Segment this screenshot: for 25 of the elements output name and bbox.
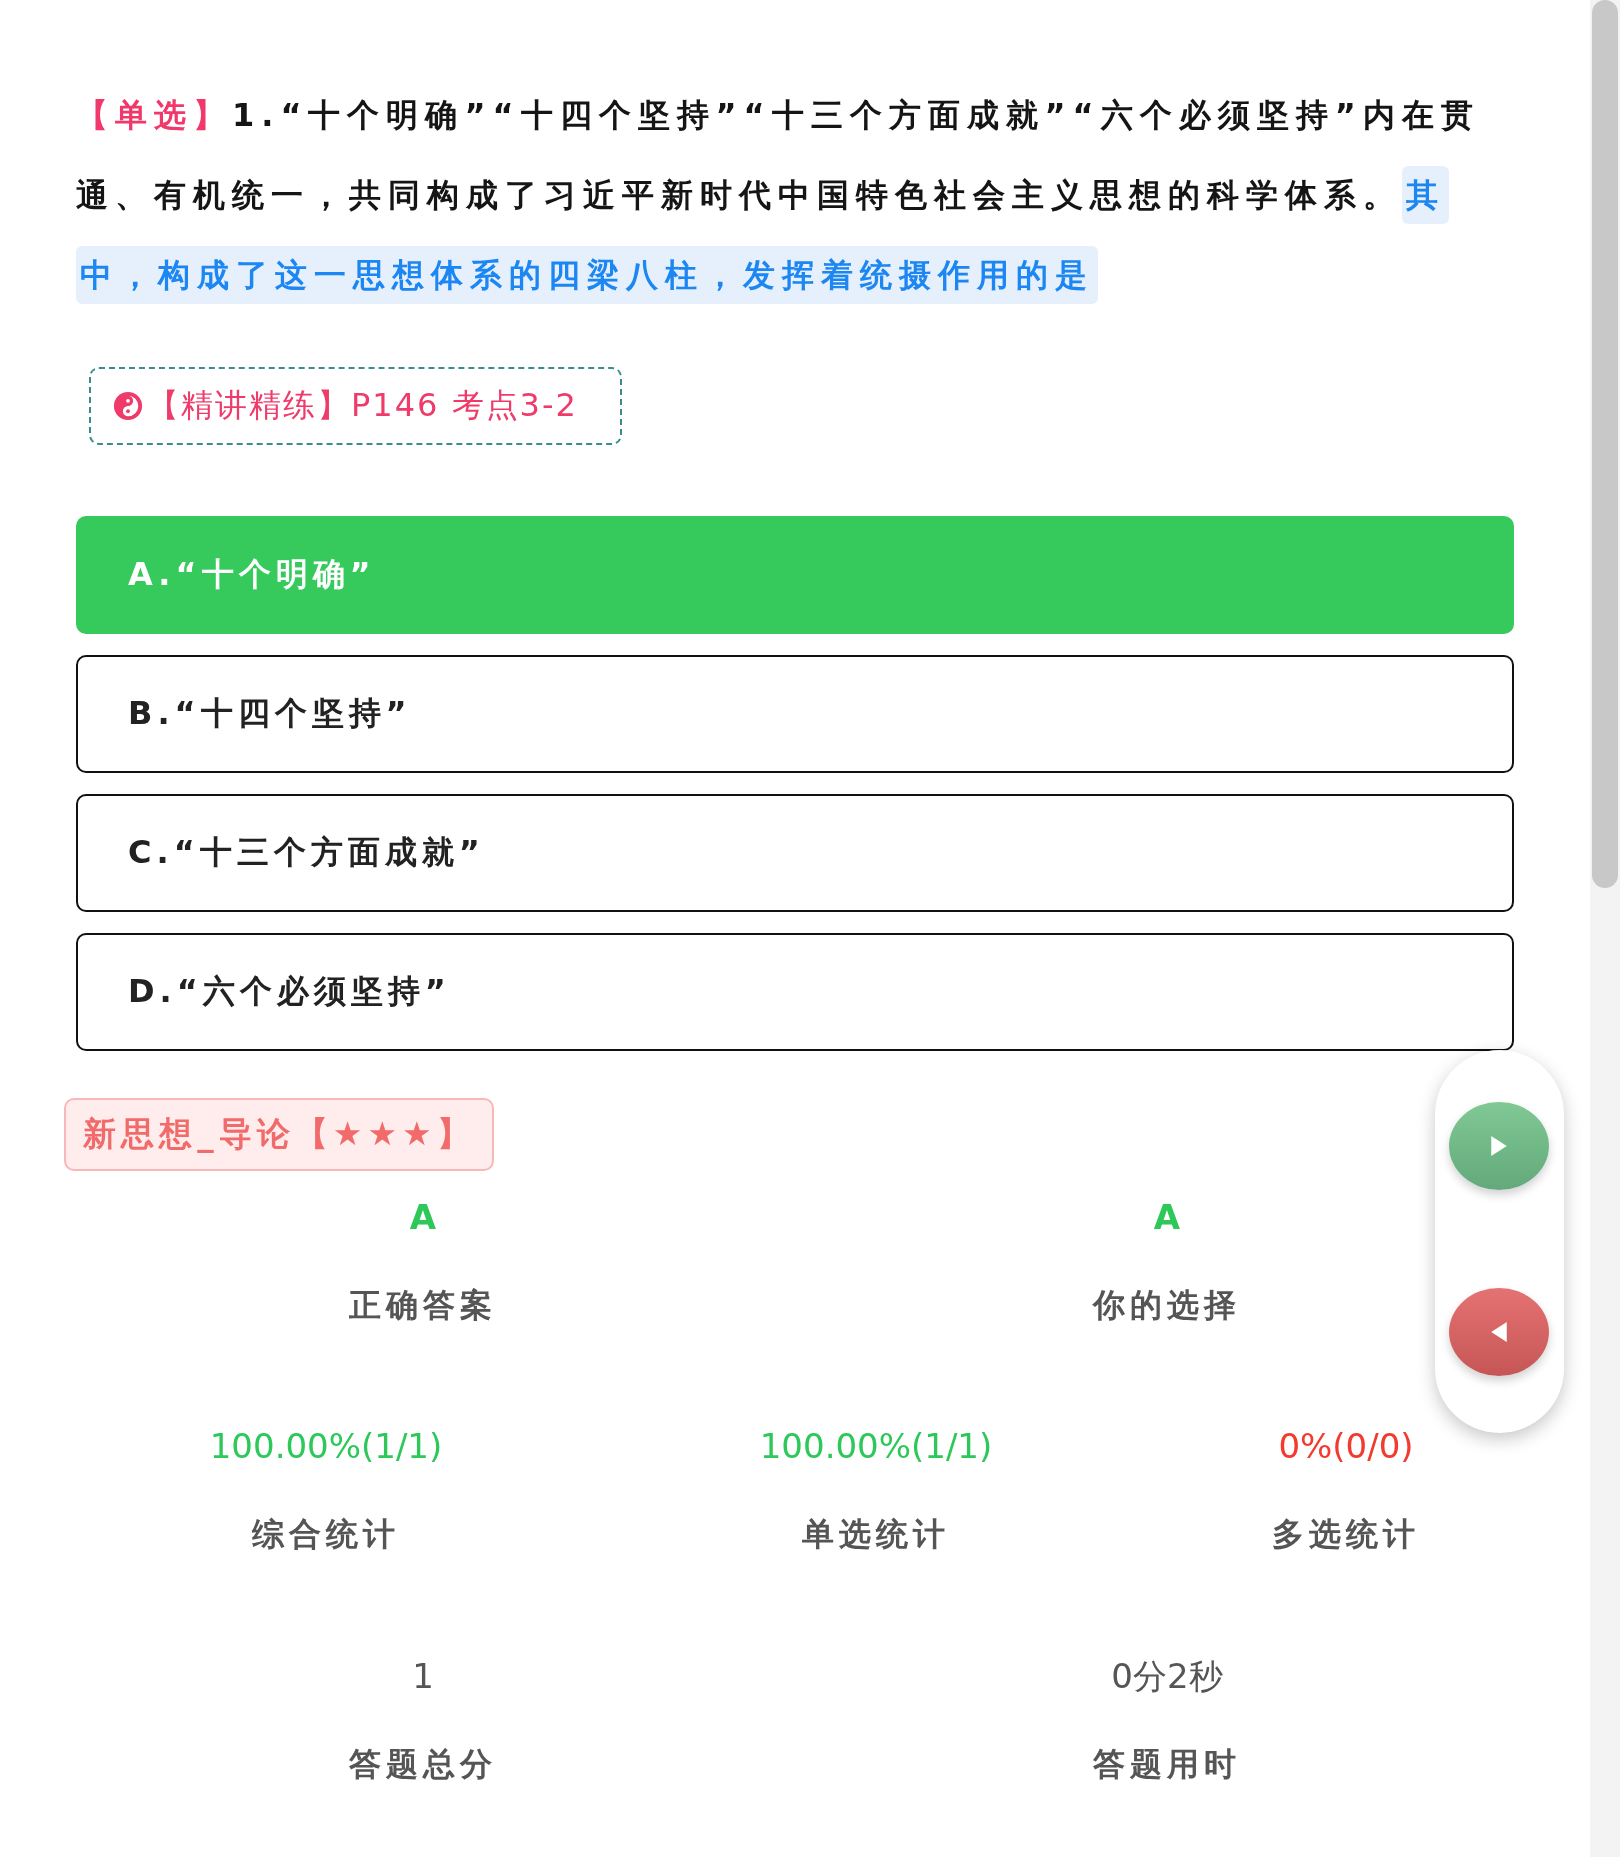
answer-option[interactable]: D.“六个必须坚持”	[76, 933, 1514, 1051]
triangle-left-icon	[1491, 1322, 1507, 1342]
statistic-value: 100.00%(1/1)	[759, 1425, 993, 1468]
next-button[interactable]	[1449, 1102, 1549, 1190]
total-label: 答题总分	[349, 1744, 497, 1785]
yin-yang-icon	[113, 391, 143, 421]
total-label: 答题用时	[1093, 1744, 1241, 1785]
answer-option[interactable]: C.“十三个方面成就”	[76, 794, 1514, 912]
answer-option[interactable]: B.“十四个坚持”	[76, 655, 1514, 773]
statistic-value: 0%(0/0)	[1278, 1425, 1414, 1468]
scrollbar-thumb[interactable]	[1592, 0, 1618, 888]
previous-button[interactable]	[1449, 1288, 1549, 1376]
total-value: 1	[412, 1655, 434, 1698]
answer-label: 你的选择	[1093, 1285, 1241, 1326]
answer-value: A	[409, 1196, 437, 1239]
answer-label: 正确答案	[349, 1285, 497, 1326]
category-tag: 新思想_导论【★★★】	[64, 1098, 494, 1171]
reference-text: 【精讲精练】P146 考点3-2	[147, 385, 578, 426]
statistic-label: 综合统计	[252, 1514, 400, 1555]
triangle-right-icon	[1491, 1136, 1507, 1156]
statistic-label: 多选统计	[1272, 1514, 1420, 1555]
statistic-label: 单选统计	[802, 1514, 950, 1555]
answer-value: A	[1153, 1196, 1181, 1239]
total-value: 0分2秒	[1111, 1655, 1223, 1698]
statistic-value: 100.00%(1/1)	[209, 1425, 443, 1468]
